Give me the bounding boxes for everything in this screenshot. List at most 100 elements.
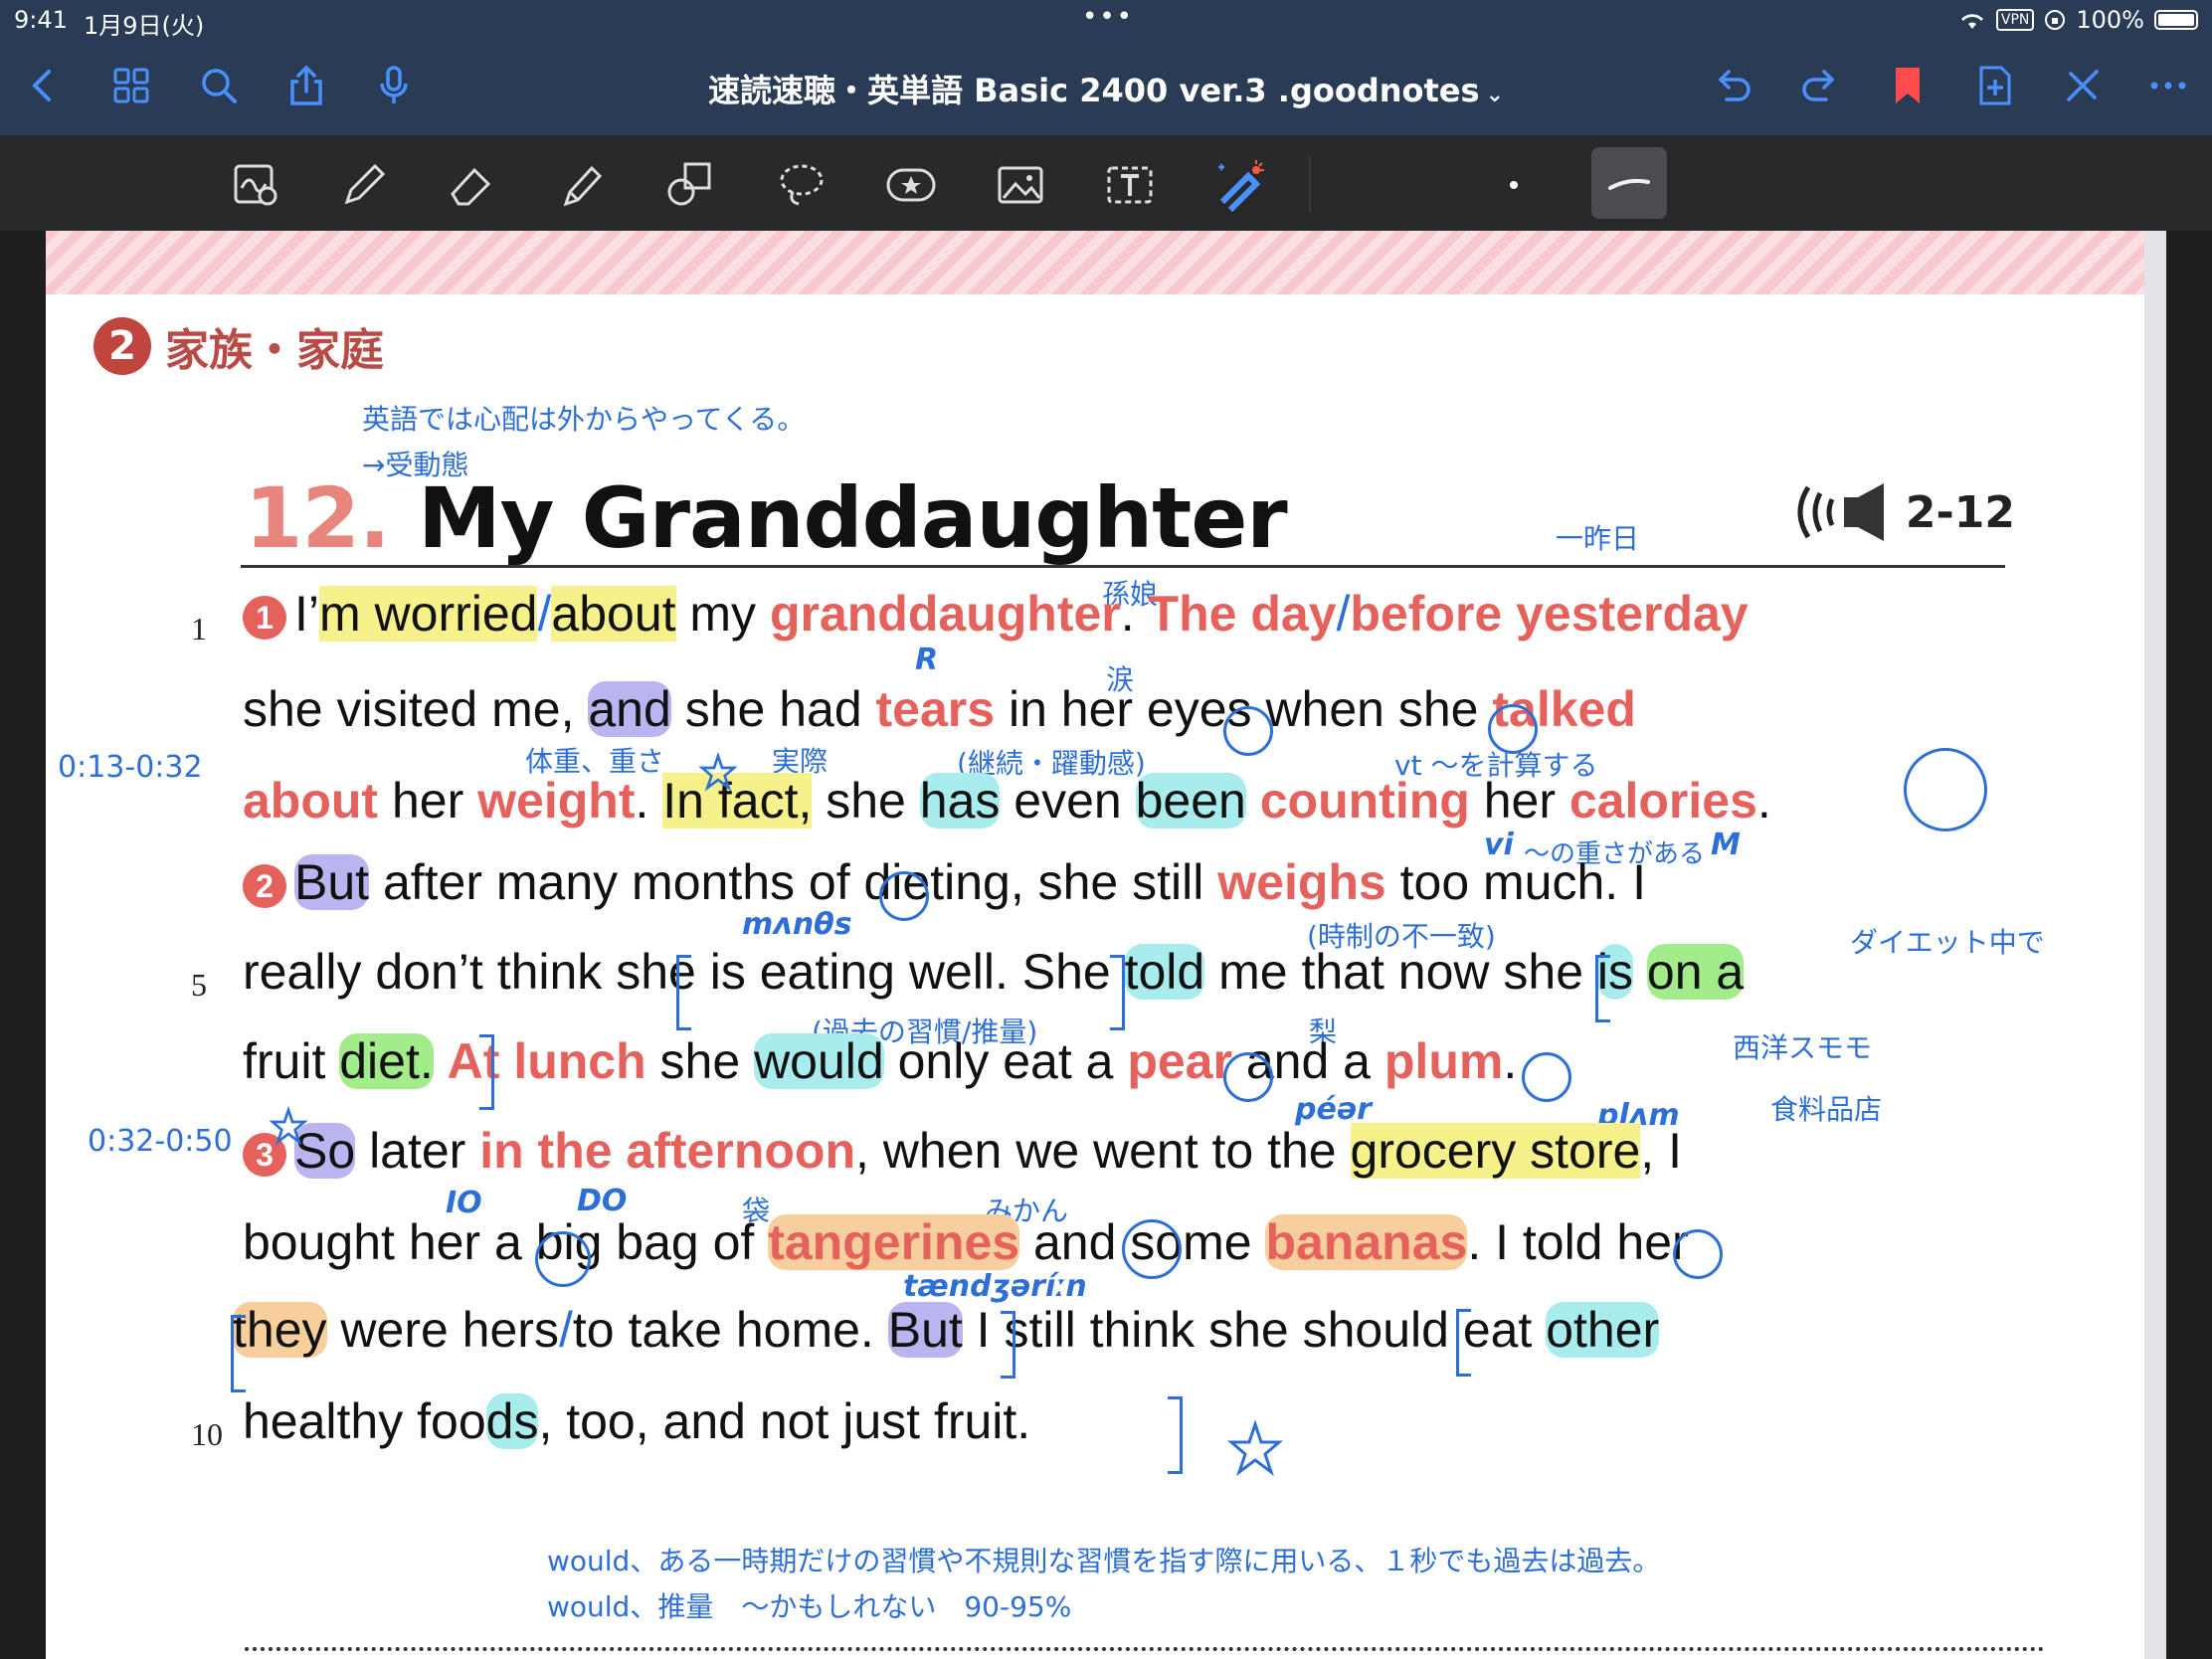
multitask-dots[interactable]: ••• [1082, 2, 1134, 32]
ink-bracket [1456, 1309, 1471, 1377]
text-line-7: 3 So later in the afternoon, when we went… [243, 1122, 1682, 1180]
text-span: her [1469, 773, 1569, 829]
red-word: weighs [1217, 854, 1386, 910]
bottom-annotation: would、推量 ～かもしれない 90-95% [547, 1590, 1072, 1623]
line-number: 5 [191, 967, 207, 1003]
chevron-down-icon: ⌄ [1485, 83, 1504, 107]
text-span: she [645, 1033, 755, 1089]
lesson-name: My Granddaughter [418, 469, 1288, 567]
highlight-span: has [919, 773, 1001, 829]
highlight-span: told [1124, 944, 1205, 1000]
text-span: healthy foo [243, 1393, 486, 1449]
red-word: counting [1259, 773, 1470, 829]
highlight-span: ds [485, 1393, 539, 1449]
notebook-page[interactable]: 2 家族・家庭 英語では心配は外からやってくる。 →受動態 12. My Gra… [46, 231, 2144, 1659]
star-doodle-icon [269, 1106, 308, 1146]
text-span: . [1120, 586, 1149, 642]
ink-bracket [479, 1034, 494, 1110]
ink-circle [1522, 1052, 1571, 1102]
redo-icon[interactable] [1792, 58, 1848, 113]
image-icon[interactable] [989, 153, 1052, 217]
text-span [434, 1033, 448, 1089]
slash-mark: / [537, 586, 552, 642]
sticker-star-icon[interactable] [879, 153, 943, 217]
text-span: . I told her [1467, 1214, 1689, 1270]
ink-bracket [1595, 955, 1610, 1022]
wifi-icon [1960, 14, 1983, 29]
red-word: tears [875, 681, 996, 737]
text-span: a [1343, 1033, 1371, 1089]
zoom-window-icon[interactable] [225, 153, 288, 217]
ink-bracket [231, 1315, 246, 1392]
ink-circle [535, 1231, 591, 1287]
title-rule [241, 565, 2005, 568]
status-date: 1月9日(火) [84, 12, 205, 40]
pen-icon[interactable] [332, 153, 396, 217]
time-marker: 0:13-0:32 [58, 750, 203, 785]
ink-bracket [1001, 1311, 1015, 1379]
bookmark-icon[interactable] [1880, 58, 1936, 113]
ink-bracket [1110, 955, 1125, 1030]
battery-percent: 100% [2076, 6, 2144, 34]
text-span: to take home [572, 1302, 860, 1358]
text-span: me that [1204, 944, 1398, 1000]
text-span: too much. I [1385, 854, 1646, 910]
annotation-note: 食料品店 [1770, 1093, 1883, 1126]
text-span: , when we went to the [855, 1123, 1351, 1179]
status-right: VPN 100% [1958, 6, 2198, 34]
red-word: pear [1127, 1033, 1232, 1089]
red-word: about [243, 773, 379, 829]
highlight-span: would [754, 1033, 884, 1089]
text-line-10: healthy foods, too, and not just fruit. [243, 1392, 1030, 1450]
handwritten-note: tændʒəríːn [903, 1269, 1087, 1304]
lesson-title: 12. My Granddaughter [245, 469, 1288, 567]
status-time: 9:41 [14, 6, 68, 34]
laser-pointer-icon[interactable] [1207, 153, 1271, 217]
text-span [1371, 1033, 1384, 1089]
highlight-span: they [233, 1302, 327, 1358]
slash-mark: / [1336, 586, 1351, 642]
ink-circle [1122, 1219, 1182, 1279]
stroke-thin-dot-icon[interactable] [1482, 153, 1546, 217]
ink-circle [1488, 704, 1538, 754]
text-span [1113, 1033, 1127, 1089]
red-word: The day [1148, 586, 1337, 642]
ink-circle [1673, 1229, 1723, 1279]
text-span: even [1000, 773, 1136, 829]
annotation-note: 英語では心配は外からやってくる。 [362, 403, 806, 436]
close-pen-icon[interactable] [2055, 58, 2111, 113]
more-icon[interactable] [2140, 58, 2196, 113]
text-span: when she [1251, 681, 1493, 737]
text-span: she [812, 773, 920, 829]
undo-icon[interactable] [1705, 58, 1760, 113]
eraser-icon[interactable] [440, 153, 503, 217]
text-span: . [1756, 773, 1771, 829]
handwritten-note: R [915, 643, 939, 677]
red-word: daughter [907, 586, 1121, 642]
highlight-span: on a [1646, 944, 1745, 1000]
shapes-icon[interactable] [658, 153, 722, 217]
stroke-curve-icon[interactable] [1591, 147, 1667, 219]
lasso-icon[interactable] [770, 153, 833, 217]
vpn-badge: VPN [1995, 9, 2035, 31]
text-span: now she [1397, 944, 1597, 1000]
lesson-number: 12. [245, 469, 391, 567]
ink-circle [1223, 706, 1273, 756]
text-span: bought her [243, 1214, 494, 1270]
page-bottom-rule [245, 1647, 2045, 1651]
highlight-span: m worried [319, 586, 538, 642]
text-box-icon[interactable] [1098, 153, 1162, 217]
red-word: plum [1383, 1033, 1504, 1089]
text-span: my [675, 586, 770, 642]
ink-bracket [1168, 1396, 1183, 1474]
toolbar-divider [1309, 157, 1311, 213]
text-span: she should eat [1208, 1302, 1547, 1358]
text-line-5: really don’t think she is eating well. S… [243, 943, 1745, 1001]
add-page-icon[interactable] [1967, 58, 2023, 113]
highlight-span: other [1546, 1302, 1660, 1358]
sentence-badge: 1 [243, 595, 286, 640]
ink-bracket [676, 955, 691, 1030]
slash-mark: / [558, 1302, 573, 1358]
sentence-badge: 2 [243, 863, 286, 908]
highlighter-icon[interactable] [549, 153, 613, 217]
